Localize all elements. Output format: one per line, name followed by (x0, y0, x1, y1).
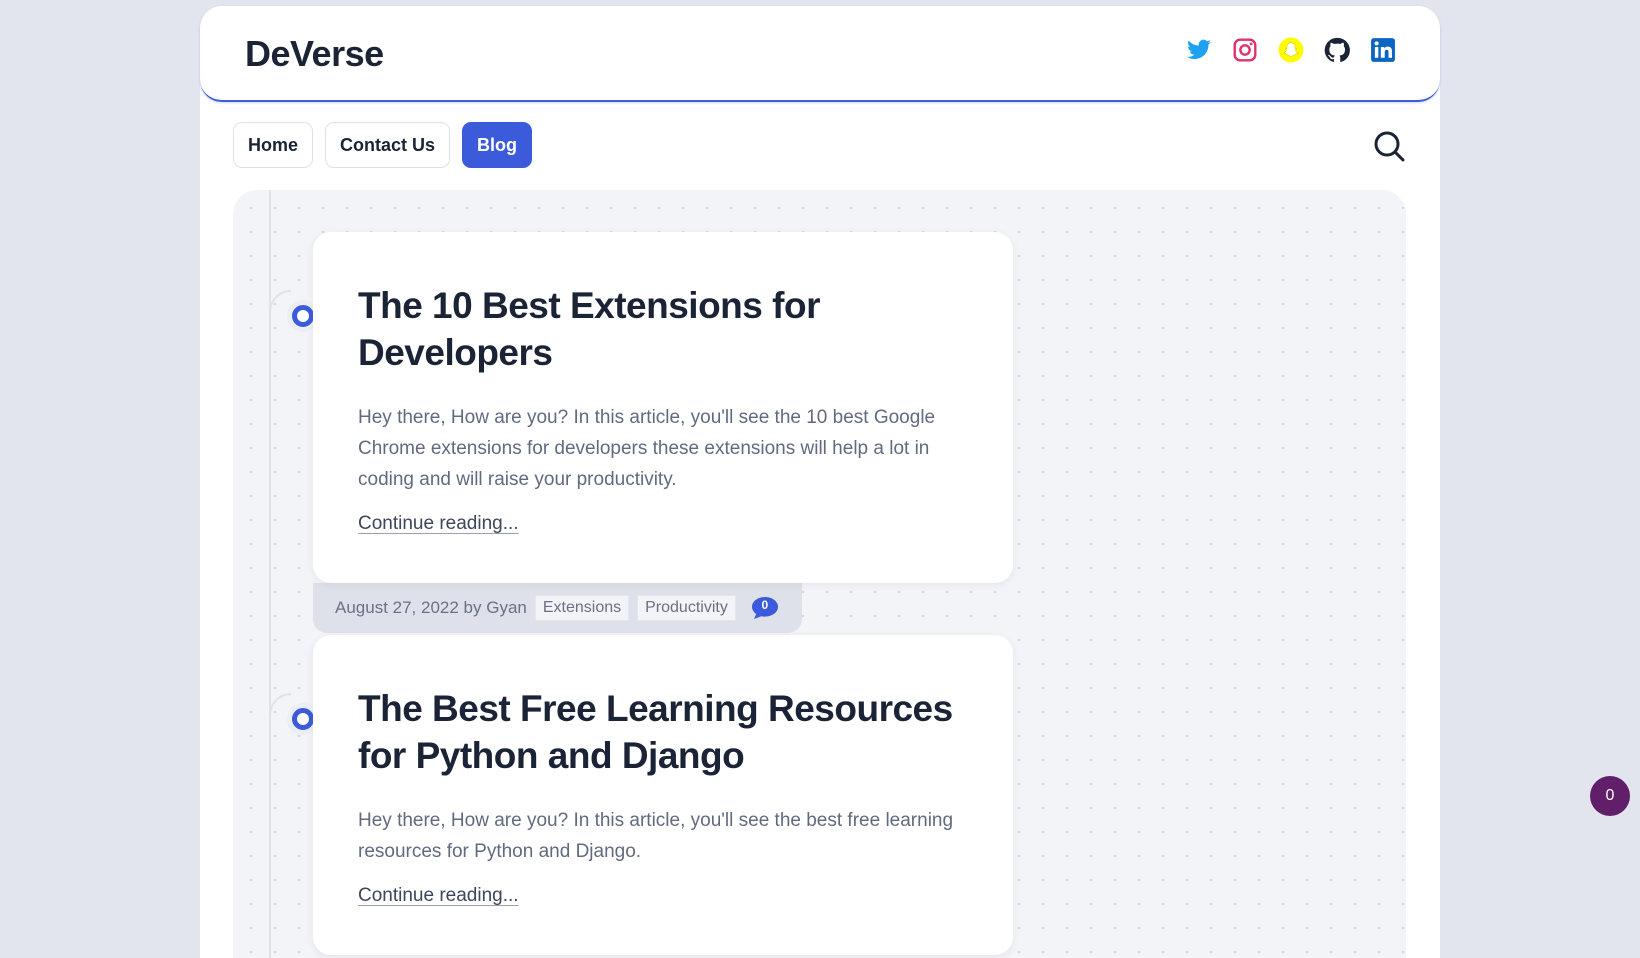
post-item: The 10 Best Extensions for Developers He… (269, 232, 1013, 633)
nav-home-button[interactable]: Home (233, 122, 314, 168)
social-links (1186, 37, 1396, 63)
post-feed: The 10 Best Extensions for Developers He… (233, 190, 1406, 958)
comment-count: 0 (761, 598, 769, 612)
post-tag[interactable]: Productivity (637, 595, 736, 621)
nav-blog-button[interactable]: Blog (462, 122, 533, 168)
instagram-icon[interactable] (1232, 37, 1258, 63)
post-card: The 10 Best Extensions for Developers He… (313, 232, 1013, 583)
twitter-icon[interactable] (1186, 37, 1212, 63)
page-container: DeVerse Home Contact Us Blog The 10 Best… (200, 6, 1440, 958)
post-meta: August 27, 2022 by Gyan Extensions Produ… (313, 583, 802, 633)
post-excerpt: Hey there, How are you? In this article,… (358, 407, 936, 490)
nav-contact-button[interactable]: Contact Us (325, 122, 451, 168)
linkedin-icon[interactable] (1370, 37, 1396, 63)
post-date-author: August 27, 2022 by Gyan (335, 598, 527, 617)
post-title[interactable]: The 10 Best Extensions for Developers (358, 282, 968, 376)
post-tag[interactable]: Extensions (534, 595, 630, 621)
post-excerpt: Hey there, How are you? In this article,… (358, 810, 954, 862)
floating-counter-button[interactable]: 0 (1590, 776, 1630, 816)
site-header: DeVerse (200, 6, 1440, 102)
github-icon[interactable] (1324, 37, 1350, 63)
post-card: The Best Free Learning Resources for Pyt… (313, 635, 1013, 955)
comment-count-icon[interactable]: 0 (750, 596, 780, 620)
search-icon[interactable] (1372, 129, 1406, 163)
site-logo[interactable]: DeVerse (245, 33, 384, 75)
snapchat-icon[interactable] (1278, 37, 1304, 63)
continue-reading-link[interactable]: Continue reading... (358, 885, 519, 907)
post-title[interactable]: The Best Free Learning Resources for Pyt… (358, 685, 968, 779)
post-item: The Best Free Learning Resources for Pyt… (269, 635, 1013, 955)
main-nav: Home Contact Us Blog (233, 122, 533, 168)
continue-reading-link[interactable]: Continue reading... (358, 513, 519, 535)
